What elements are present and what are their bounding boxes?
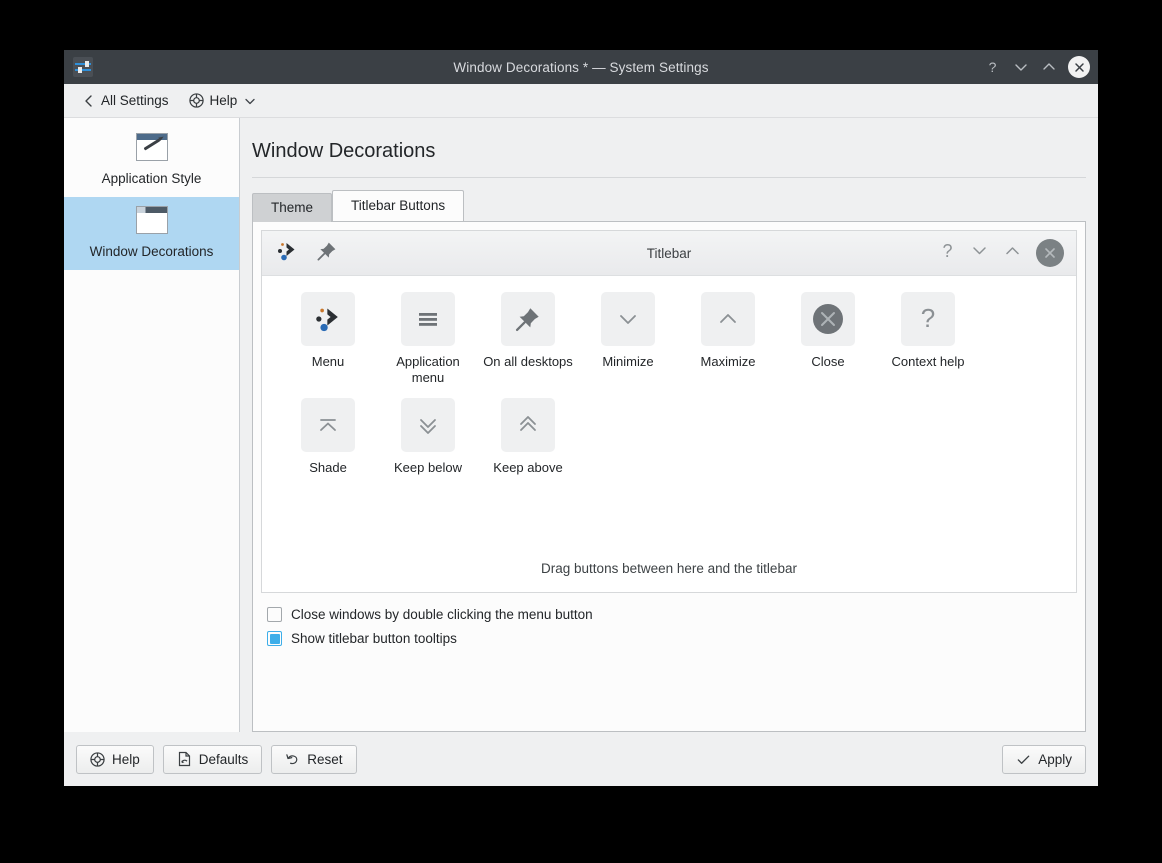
- apply-button-label: Apply: [1038, 751, 1072, 767]
- preview-left-buttons: [274, 238, 338, 269]
- svg-text:?: ?: [921, 304, 935, 333]
- sidebar-item-label: Window Decorations: [89, 244, 214, 260]
- defaults-button[interactable]: Defaults: [162, 744, 263, 774]
- chevron-down-icon[interactable]: [244, 95, 256, 107]
- all-settings-back-button[interactable]: All Settings: [76, 89, 176, 112]
- chevron-down-icon[interactable]: [970, 241, 989, 265]
- hamburger-icon: [401, 292, 455, 346]
- button-label: Menu: [311, 354, 345, 369]
- app-toolbar: All Settings Help: [64, 84, 1098, 118]
- pin-icon: [501, 292, 555, 346]
- tab-titlebar-buttons[interactable]: Titlebar Buttons: [332, 190, 465, 221]
- button-label: Maximize: [700, 354, 756, 369]
- help-button[interactable]: Help: [76, 744, 154, 774]
- available-buttons-dropzone[interactable]: Menu Application menu On all desktops Mi…: [262, 276, 1076, 592]
- option-close-on-double-click[interactable]: Close windows by double clicking the men…: [267, 607, 1071, 622]
- window-titlebar-icon: [132, 206, 172, 236]
- window-title: Window Decorations * — System Settings: [453, 59, 709, 75]
- system-settings-window: Window Decorations * — System Settings ?: [64, 50, 1098, 786]
- lifebuoy-icon: [90, 751, 105, 767]
- all-settings-label: All Settings: [101, 93, 169, 108]
- window-controls: ?: [984, 56, 1090, 78]
- tab-bar: Theme Titlebar Buttons: [252, 190, 1086, 222]
- dialog-footer: Help Defaults Reset Apply: [64, 732, 1098, 786]
- window-help-button[interactable]: ?: [984, 59, 1001, 76]
- toolbar-help-label: Help: [209, 93, 238, 108]
- preview-titlebar: Titlebar ?: [262, 231, 1076, 276]
- preview-right-buttons: ?: [939, 239, 1064, 267]
- help-button-label: Help: [112, 751, 140, 767]
- button-label: Application menu: [396, 354, 460, 385]
- chevron-down-icon: [601, 292, 655, 346]
- checkbox-unchecked-icon[interactable]: [267, 607, 282, 622]
- button-label: Shade: [309, 459, 347, 475]
- circle-close-icon[interactable]: [1036, 239, 1064, 267]
- button-close[interactable]: Close: [778, 292, 878, 386]
- double-chevron-up-icon: [501, 397, 555, 452]
- shade-icon: [301, 397, 355, 452]
- kde-menu-icon: [301, 292, 355, 346]
- checkbox-checked-icon[interactable]: [267, 631, 282, 646]
- button-shade[interactable]: Shade: [278, 397, 378, 476]
- pin-icon[interactable]: [316, 240, 338, 267]
- window-body: Application Style Window Decorations Win…: [64, 118, 1098, 732]
- options-list: Close windows by double clicking the men…: [261, 593, 1077, 655]
- button-keep-below[interactable]: Keep below: [378, 397, 478, 476]
- kde-menu-icon[interactable]: [274, 238, 300, 269]
- button-keep-above[interactable]: Keep above: [478, 397, 578, 476]
- chevron-left-icon: [83, 94, 95, 108]
- apply-button[interactable]: Apply: [1002, 744, 1086, 774]
- option-show-tooltips[interactable]: Show titlebar button tooltips: [267, 631, 1071, 646]
- checkmark-icon: [1016, 752, 1031, 767]
- button-label: Close: [811, 354, 845, 369]
- svg-text:?: ?: [989, 60, 997, 75]
- sidebar-item-label: Application Style: [101, 171, 202, 186]
- defaults-button-label: Defaults: [198, 751, 249, 767]
- window-titlebar: Window Decorations * — System Settings ?: [64, 50, 1098, 84]
- button-maximize[interactable]: Maximize: [678, 292, 778, 386]
- chevron-down-icon[interactable]: [1012, 59, 1029, 76]
- chevron-up-icon[interactable]: [1040, 59, 1057, 76]
- close-icon[interactable]: [1068, 56, 1090, 78]
- sidebar-item-application-style[interactable]: Application Style: [64, 124, 239, 197]
- drag-hint-text: Drag buttons between here and the titleb…: [541, 561, 797, 576]
- page-title: Window Decorations: [252, 118, 1086, 178]
- button-label: Context help: [891, 354, 965, 369]
- button-label: On all desktops: [483, 354, 573, 369]
- lifebuoy-icon: [188, 93, 204, 108]
- option-label: Close windows by double clicking the men…: [291, 607, 593, 622]
- question-mark-icon: ?: [901, 292, 955, 346]
- circle-close-icon: [801, 292, 855, 346]
- tab-theme[interactable]: Theme: [252, 193, 333, 222]
- double-chevron-down-icon: [401, 397, 455, 452]
- toolbar-help-button[interactable]: Help: [182, 89, 264, 112]
- reset-button-label: Reset: [307, 751, 343, 767]
- chevron-up-icon[interactable]: [1003, 241, 1022, 265]
- undo-arrow-icon: [285, 752, 300, 767]
- screen: Window Decorations * — System Settings ?: [0, 0, 1162, 863]
- option-label: Show titlebar button tooltips: [291, 631, 457, 646]
- button-minimize[interactable]: Minimize: [578, 292, 678, 386]
- sidebar-item-window-decorations[interactable]: Window Decorations: [64, 197, 239, 271]
- question-mark-icon[interactable]: ?: [939, 241, 956, 266]
- chevron-up-icon: [701, 292, 755, 346]
- button-on-all-desktops[interactable]: On all desktops: [478, 292, 578, 386]
- available-buttons-grid: Menu Application menu On all desktops Mi…: [278, 292, 1060, 488]
- content-area: Window Decorations Theme Titlebar Button…: [240, 118, 1098, 732]
- button-application-menu[interactable]: Application menu: [378, 292, 478, 386]
- titlebar-preview: Titlebar ? Menu Application menu On all …: [261, 230, 1077, 593]
- button-label: Minimize: [602, 354, 654, 369]
- button-menu[interactable]: Menu: [278, 292, 378, 386]
- window-pencil-icon: [132, 133, 172, 163]
- titlebar-buttons-panel: Titlebar ? Menu Application menu On all …: [252, 221, 1086, 732]
- document-revert-icon: [177, 751, 192, 767]
- reset-button[interactable]: Reset: [271, 744, 357, 774]
- button-context-help[interactable]: ? Context help: [878, 292, 978, 386]
- button-label: Keep below: [394, 459, 462, 475]
- sidebar: Application Style Window Decorations: [64, 118, 240, 732]
- settings-sliders-icon: [73, 57, 93, 77]
- svg-text:?: ?: [942, 241, 952, 261]
- button-label: Keep above: [493, 459, 563, 475]
